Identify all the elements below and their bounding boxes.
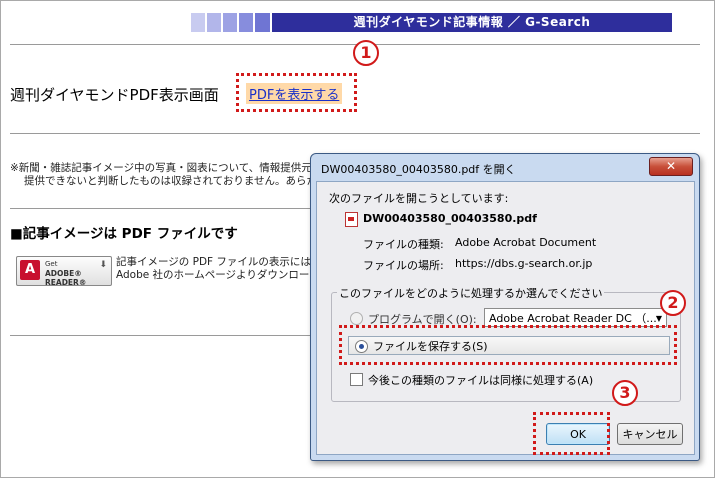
program-select-value: Adobe Acrobat Reader DC （... bbox=[489, 312, 657, 325]
adobe-logo-icon: A bbox=[20, 260, 40, 280]
notice-text: ※新聞・雑誌記事イメージ中の写真・図表について、情報提供元 提供できないと判断し… bbox=[10, 162, 310, 188]
file-location-value: https://dbs.g-search.or.jp bbox=[455, 257, 593, 270]
get-adobe-reader-button[interactable]: A Get ADOBE® READER® ⬇ bbox=[16, 256, 112, 287]
page-title: 週刊ダイヤモンドPDF表示画面 bbox=[10, 86, 219, 104]
step2-highlight bbox=[339, 325, 677, 365]
step3-highlight bbox=[533, 412, 610, 455]
dialog-close-button[interactable]: ✕ bbox=[649, 157, 693, 176]
adobe-info-text: 記事イメージの PDF ファイルの表示には、 Adobe 社のホームページよりダ… bbox=[116, 256, 311, 282]
remember-label: 今後この種類のファイルは同様に処理する(A) bbox=[368, 374, 594, 387]
section-heading: ■記事イメージは PDF ファイルです bbox=[10, 226, 238, 242]
file-open-dialog: DW00403580_00403580.pdf を開く ✕ 次のファイルを開こう… bbox=[310, 153, 700, 461]
notice-line: ※新聞・雑誌記事イメージ中の写真・図表について、情報提供元 bbox=[10, 162, 310, 174]
remember-checkbox[interactable] bbox=[350, 373, 363, 386]
notice-line: 提供できないと判断したものは収録されておりません。あらかじ bbox=[24, 175, 310, 187]
dialog-title: DW00403580_00403580.pdf を開く bbox=[321, 163, 516, 176]
file-type-label: ファイルの種類: bbox=[363, 238, 444, 251]
open-with-radio[interactable] bbox=[350, 312, 363, 325]
download-arrow-icon: ⬇ bbox=[99, 260, 107, 270]
pdf-file-icon bbox=[345, 212, 358, 227]
action-question: このファイルをどのように処理するか選んでください bbox=[337, 285, 605, 301]
step1-marker: 1 bbox=[353, 40, 379, 66]
divider bbox=[10, 133, 700, 134]
adobe-info-line: Adobe 社のホームページよりダウンロード bbox=[116, 269, 311, 281]
cancel-button[interactable]: キャンセル bbox=[617, 423, 683, 445]
step3-marker: 3 bbox=[612, 380, 638, 406]
file-location-label: ファイルの場所: bbox=[363, 259, 444, 272]
step2-marker: 2 bbox=[660, 290, 686, 316]
badge-get-label: Get bbox=[45, 260, 58, 268]
adobe-info-line: 記事イメージの PDF ファイルの表示には、 bbox=[116, 256, 311, 268]
file-name: DW00403580_00403580.pdf bbox=[363, 212, 537, 225]
badge-reader-label: ADOBE® READER® bbox=[45, 269, 87, 287]
divider bbox=[10, 335, 310, 336]
step1-highlight bbox=[236, 73, 357, 112]
dialog-body: 次のファイルを開こうとしています: DW00403580_00403580.pd… bbox=[316, 181, 695, 455]
file-type-value: Adobe Acrobat Document bbox=[455, 236, 597, 249]
header-title: 週刊ダイヤモンド記事情報 ／ G-Search bbox=[272, 13, 672, 32]
opening-label: 次のファイルを開こうとしています: bbox=[329, 192, 509, 205]
